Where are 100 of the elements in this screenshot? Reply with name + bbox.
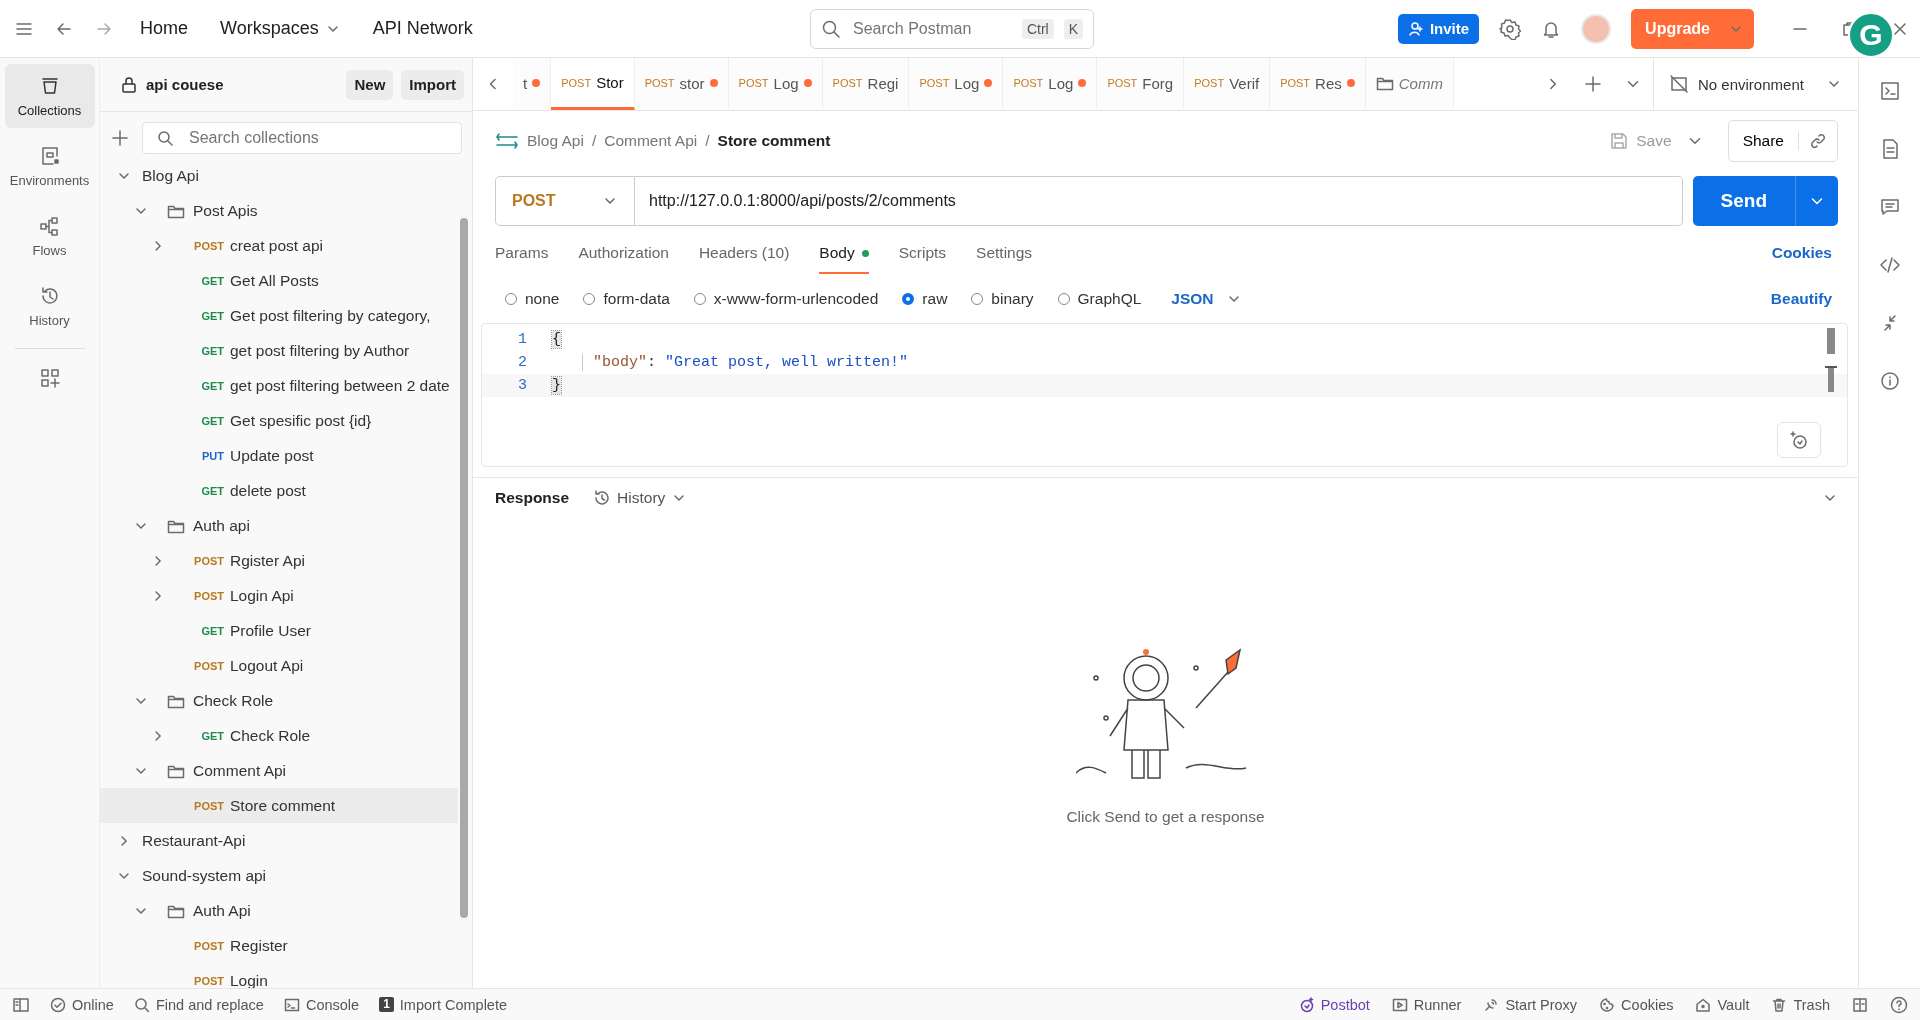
history-dropdown[interactable]: History <box>587 488 694 508</box>
body-type-radio[interactable]: form-data <box>583 290 670 308</box>
code-icon[interactable] <box>1878 254 1901 276</box>
body-type-radio[interactable]: raw <box>902 290 948 308</box>
status-bar-item[interactable]: Online <box>50 996 114 1013</box>
request-option-tab[interactable]: Scripts <box>898 232 947 274</box>
scrollbar[interactable] <box>1827 328 1835 354</box>
tree-item[interactable]: POST Login Api <box>100 578 458 613</box>
request-label: Logout Api <box>230 656 304 675</box>
request-label: Store comment <box>230 796 336 815</box>
search-field[interactable]: Search collections <box>142 122 462 154</box>
code-editor[interactable]: 1 { 2 "body": "Great post, well written!" 3 } <box>481 323 1848 467</box>
nav-link[interactable]: API Network <box>366 14 479 43</box>
notification-badge: 1 <box>379 997 394 1012</box>
status-bar-item[interactable]: Trash <box>1771 996 1830 1013</box>
add-icon[interactable] <box>1583 74 1603 94</box>
add-person-icon <box>1407 20 1424 37</box>
import-button[interactable]: Import <box>401 69 464 100</box>
help-icon[interactable] <box>1890 995 1908 1014</box>
tree-item[interactable]: Comment Api <box>100 753 458 788</box>
body-type-radio[interactable]: GraphQL <box>1057 290 1142 308</box>
add-widget-icon[interactable] <box>38 367 61 389</box>
request-option-tab[interactable]: Body <box>819 232 869 274</box>
status-bar-item[interactable]: Vault <box>1695 996 1750 1013</box>
beautify-link[interactable]: Beautify <box>1764 289 1838 309</box>
tree-item[interactable]: Auth Api <box>100 893 458 928</box>
layout-icon[interactable] <box>1852 996 1868 1013</box>
tree-item[interactable]: Restaurant-Api <box>100 823 458 858</box>
save-icon <box>1610 132 1629 150</box>
tree-item[interactable]: POST Store comment <box>100 788 458 823</box>
tree-item[interactable]: POST Register <box>100 928 458 963</box>
status-bar-item[interactable]: 1 Import Complete <box>379 996 507 1013</box>
sidebar-toggle-icon[interactable] <box>12 995 30 1014</box>
tree-item[interactable]: POST Logout Api <box>100 648 458 683</box>
request-option-tab[interactable]: Params <box>495 232 549 274</box>
request-option-tab[interactable]: Authorization <box>578 232 669 274</box>
tree-item[interactable]: POST Rgister Api <box>100 543 458 578</box>
tree-item[interactable]: Post Apis <box>100 193 458 228</box>
folder-label: Auth api <box>193 516 250 535</box>
search-input[interactable]: Search Postman <box>851 18 1012 39</box>
rail-item[interactable]: Collections <box>4 64 95 128</box>
add-icon[interactable] <box>110 128 130 148</box>
url-field[interactable]: http://127.0.0.1:8000/api/posts/2/comments <box>635 176 1683 226</box>
tree-item[interactable]: POST creat post api <box>100 228 458 263</box>
tree-item[interactable]: GET Profile User <box>100 613 458 648</box>
tree-item[interactable]: GET get post filtering between 2 date <box>100 368 458 403</box>
tree-item[interactable]: Auth api <box>100 508 458 543</box>
body-type-radio[interactable]: x-www-form-urlencoded <box>693 290 879 308</box>
status-bar-item[interactable]: Find and replace <box>133 996 264 1013</box>
cookies-link[interactable]: Cookies <box>1765 243 1838 263</box>
tree-item[interactable]: GET Get spesific post {id} <box>100 403 458 438</box>
info-icon[interactable] <box>1878 370 1901 392</box>
scrollbar[interactable] <box>460 218 468 918</box>
status-bar-item[interactable]: Console <box>283 996 360 1013</box>
tree-item[interactable]: GET Get post filtering by category, <box>100 298 458 333</box>
nav-link[interactable]: Workspaces <box>214 14 347 43</box>
method-label: GET <box>200 309 224 322</box>
tree-item[interactable]: GET Get All Posts <box>100 263 458 298</box>
tree-item[interactable]: POST Login <box>100 963 458 988</box>
environment-dropdown[interactable]: No environment <box>1653 58 1858 110</box>
request-label: Login <box>230 971 268 988</box>
body-type-radio[interactable]: none <box>505 290 560 308</box>
comment-icon[interactable] <box>1878 196 1901 218</box>
method-dropdown[interactable]: POST <box>495 176 635 226</box>
status-bar-item[interactable]: Runner <box>1391 996 1462 1013</box>
search-input[interactable]: Search collections <box>187 128 447 148</box>
new-button[interactable]: New <box>346 69 394 100</box>
variables-icon[interactable] <box>1878 80 1901 102</box>
folder-label: Comment Api <box>193 761 287 780</box>
tree-item[interactable]: Sound-system api <box>100 858 458 893</box>
rail-item[interactable]: History <box>4 274 95 338</box>
search-icon <box>133 996 150 1013</box>
tree-item[interactable]: GET Check Role <box>100 718 458 753</box>
rail-item[interactable]: Flows <box>4 204 95 268</box>
request-option-tab[interactable]: Settings <box>976 232 1033 274</box>
scroll-marker <box>1825 366 1837 392</box>
body-type-radio[interactable]: binary <box>971 290 1034 308</box>
close-icon[interactable] <box>1892 20 1908 37</box>
postbot-icon <box>1298 996 1315 1013</box>
breadcrumb-item[interactable]: Blog Api <box>527 132 584 150</box>
rail-item[interactable]: Environments <box>4 134 95 198</box>
breadcrumb-item[interactable]: Comment Api <box>604 132 698 150</box>
tree-item[interactable]: Blog Api <box>100 158 458 193</box>
ai-assist-button[interactable] <box>1777 422 1821 458</box>
tree-item[interactable]: GET delete post <box>100 473 458 508</box>
sparkle-icon <box>1788 429 1810 451</box>
tree-item[interactable]: GET get post filtering by Author <box>100 333 458 368</box>
invite-button[interactable]: Invite <box>1397 13 1480 44</box>
tree-item[interactable]: Check Role <box>100 683 458 718</box>
status-bar-item[interactable]: Start Proxy <box>1483 996 1578 1013</box>
nav-link[interactable]: Home <box>134 14 194 43</box>
request-tab[interactable]: POST Stor <box>551 58 635 110</box>
request-option-tab[interactable]: Headers (10) <box>698 232 790 274</box>
tree-item[interactable]: PUT Update post <box>100 438 458 473</box>
status-bar-item[interactable]: Cookies <box>1599 996 1674 1013</box>
search-field[interactable]: Search Postman Ctrl K <box>810 8 1094 49</box>
status-bar-item[interactable]: Postbot <box>1298 996 1370 1013</box>
format-dropdown[interactable]: JSON <box>1165 289 1248 309</box>
settings-icon[interactable] <box>1499 17 1522 40</box>
link-icon[interactable] <box>1809 132 1827 150</box>
